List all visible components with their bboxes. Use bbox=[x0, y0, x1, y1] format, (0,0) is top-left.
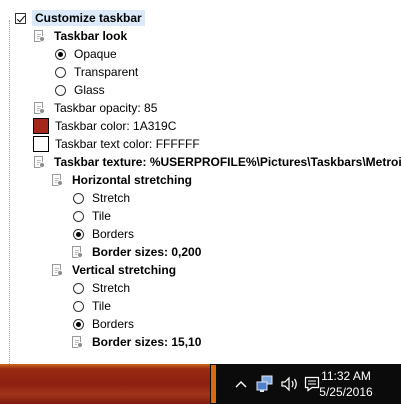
system-tray: 11:32 AM 5/25/2016 bbox=[210, 364, 401, 404]
customize-taskbar-item[interactable]: Customize taskbar bbox=[15, 9, 145, 27]
option-label: Stretch bbox=[92, 281, 131, 295]
v-option-tile[interactable]: Tile bbox=[73, 297, 111, 315]
h-option-borders[interactable]: Borders bbox=[73, 225, 134, 243]
option-label: Tile bbox=[92, 299, 111, 313]
option-label: Stretch bbox=[92, 191, 131, 205]
volume-icon[interactable] bbox=[280, 375, 300, 393]
chevron-up-icon[interactable] bbox=[232, 376, 250, 392]
taskbar-look-item[interactable]: Taskbar look bbox=[33, 27, 127, 45]
v-option-borders[interactable]: Borders bbox=[73, 315, 134, 333]
customize-taskbar-checkbox[interactable] bbox=[15, 12, 26, 24]
look-option-glass[interactable]: Glass bbox=[55, 81, 105, 99]
tree-connector bbox=[9, 20, 11, 364]
h-option-tile[interactable]: Tile bbox=[73, 207, 111, 225]
h-border-sizes-label: Border sizes: 0,200 bbox=[92, 245, 202, 259]
option-label: Glass bbox=[74, 83, 105, 97]
property-icon bbox=[33, 29, 46, 43]
option-label: Borders bbox=[92, 317, 135, 331]
h-border-sizes-item[interactable]: Border sizes: 0,200 bbox=[71, 243, 201, 261]
v-option-stretch[interactable]: Stretch bbox=[73, 279, 130, 297]
option-label: Tile bbox=[92, 209, 111, 223]
taskbar-text-color-label: Taskbar text color: FFFFFF bbox=[55, 137, 200, 151]
radio-h-stretch[interactable] bbox=[73, 192, 84, 204]
radio-glass[interactable] bbox=[55, 84, 66, 96]
option-label: Transparent bbox=[74, 65, 139, 79]
option-label: Borders bbox=[92, 227, 135, 241]
taskbar-texture-item[interactable]: Taskbar texture: %USERPROFILE%\Pictures\… bbox=[33, 153, 401, 171]
h-option-stretch[interactable]: Stretch bbox=[73, 189, 130, 207]
taskbar-opacity-item[interactable]: Taskbar opacity: 85 bbox=[33, 99, 157, 117]
radio-v-tile[interactable] bbox=[73, 300, 84, 312]
taskbar-text-color-item[interactable]: Taskbar text color: FFFFFF bbox=[33, 135, 200, 153]
taskbar-opacity-label: Taskbar opacity: 85 bbox=[54, 101, 158, 115]
v-border-sizes-item[interactable]: Border sizes: 15,10 bbox=[71, 333, 201, 351]
property-icon bbox=[33, 101, 46, 115]
property-icon bbox=[51, 173, 64, 187]
vertical-stretching-item[interactable]: Vertical stretching bbox=[51, 261, 176, 279]
vertical-stretching-label: Vertical stretching bbox=[72, 263, 177, 277]
customize-taskbar-label: Customize taskbar bbox=[32, 10, 145, 26]
v-border-sizes-label: Border sizes: 15,10 bbox=[92, 335, 202, 349]
taskbar-texture-label: Taskbar texture: %USERPROFILE%\Pictures\… bbox=[54, 155, 401, 169]
text-color-swatch[interactable] bbox=[33, 136, 49, 152]
option-label: Opaque bbox=[74, 47, 117, 61]
settings-tree: Customize taskbar Taskbar look Opaque Tr… bbox=[0, 0, 401, 364]
property-icon bbox=[33, 155, 46, 169]
taskbar-look-label: Taskbar look bbox=[54, 29, 128, 43]
radio-v-borders[interactable] bbox=[73, 318, 84, 330]
taskbar-color-item[interactable]: Taskbar color: 1A319C bbox=[33, 117, 176, 135]
taskbar-color-swatch[interactable] bbox=[33, 118, 49, 134]
clock[interactable]: 11:32 AM 5/25/2016 bbox=[313, 368, 379, 400]
property-icon bbox=[71, 335, 84, 349]
taskbar-color-label: Taskbar color: 1A319C bbox=[55, 119, 177, 133]
property-icon bbox=[71, 245, 84, 259]
tray-edge bbox=[211, 365, 216, 403]
look-option-transparent[interactable]: Transparent bbox=[55, 63, 138, 81]
look-option-opaque[interactable]: Opaque bbox=[55, 45, 117, 63]
radio-h-tile[interactable] bbox=[73, 210, 84, 222]
horizontal-stretching-item[interactable]: Horizontal stretching bbox=[51, 171, 192, 189]
property-icon bbox=[51, 263, 64, 277]
clock-date: 5/25/2016 bbox=[319, 385, 373, 399]
network-icon[interactable] bbox=[255, 374, 275, 394]
radio-transparent[interactable] bbox=[55, 66, 66, 78]
radio-opaque[interactable] bbox=[55, 48, 66, 60]
radio-h-borders[interactable] bbox=[73, 228, 84, 240]
radio-v-stretch[interactable] bbox=[73, 282, 84, 294]
clock-time: 11:32 AM bbox=[321, 369, 371, 383]
horizontal-stretching-label: Horizontal stretching bbox=[72, 173, 193, 187]
